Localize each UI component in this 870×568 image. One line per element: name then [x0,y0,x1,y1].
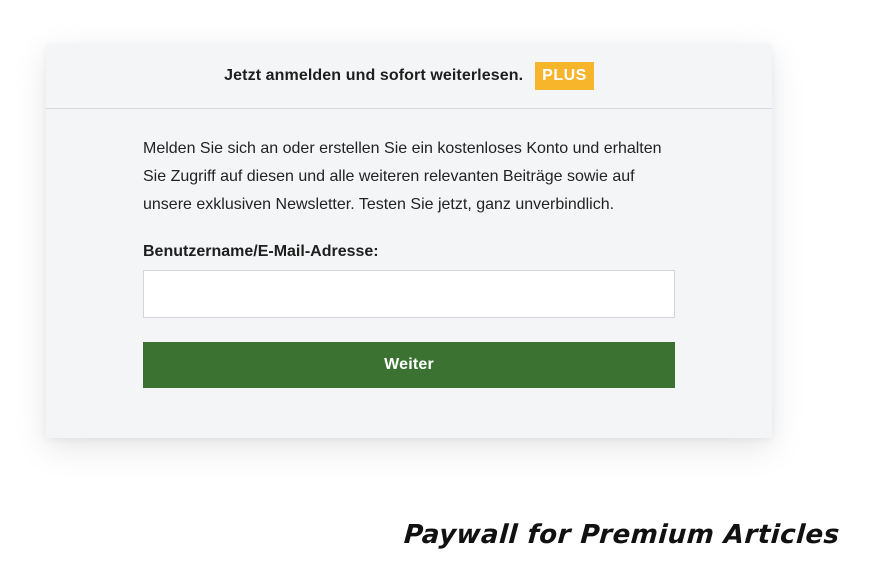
paywall-card: Jetzt anmelden und sofort weiterlesen. P… [46,44,772,438]
paywall-header: Jetzt anmelden und sofort weiterlesen. P… [46,44,772,109]
paywall-body: Melden Sie sich an oder erstellen Sie ei… [143,135,675,388]
username-email-input[interactable] [143,270,675,318]
weiter-button[interactable]: Weiter [143,342,675,388]
username-email-label: Benutzername/E-Mail-Adresse: [143,243,379,260]
plus-badge: PLUS [535,61,594,91]
caption-text: Paywall for Premium Articles [403,520,842,550]
paywall-intro-text: Melden Sie sich an oder erstellen Sie ei… [143,140,662,213]
page: Jetzt anmelden und sofort weiterlesen. P… [0,0,870,568]
paywall-header-text: Jetzt anmelden und sofort weiterlesen. [224,67,524,84]
